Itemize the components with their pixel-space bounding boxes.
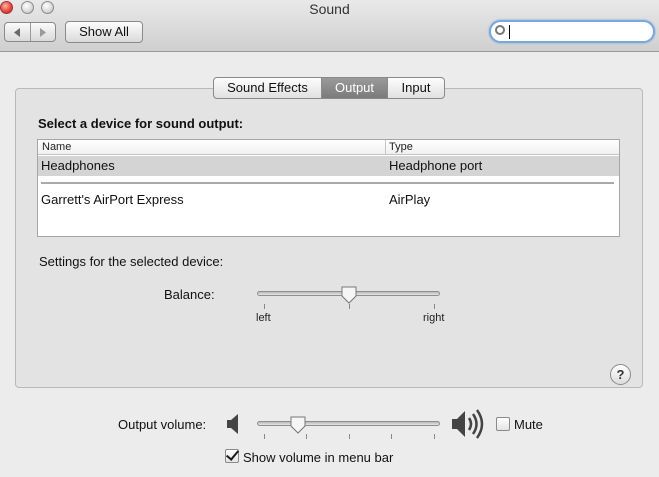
tab-output[interactable]: Output	[321, 78, 387, 98]
device-type: Headphone port	[389, 158, 483, 173]
tab-input[interactable]: Input	[387, 78, 444, 98]
volume-tick	[264, 434, 265, 439]
tab-bar: Sound Effects Output Input	[213, 77, 445, 99]
chevron-left-icon	[14, 27, 21, 37]
balance-label: Balance:	[164, 287, 215, 302]
balance-left-label: left	[256, 312, 271, 324]
device-list-heading: Select a device for sound output:	[38, 116, 244, 131]
window-toolbar: Sound Show All	[0, 0, 659, 52]
chevron-right-icon	[39, 27, 46, 37]
column-separator	[385, 140, 386, 155]
balance-tick-left	[264, 304, 265, 309]
output-device-table: Name Type Headphones Headphone port Garr…	[37, 139, 620, 237]
row-divider	[41, 182, 614, 184]
speaker-low-icon	[227, 414, 238, 434]
output-volume-label: Output volume:	[118, 417, 207, 432]
back-button[interactable]	[5, 23, 30, 41]
show-volume-in-menu-bar-label[interactable]: Show volume in menu bar	[243, 450, 393, 465]
settings-heading: Settings for the selected device:	[39, 254, 224, 269]
tab-sound-effects[interactable]: Sound Effects	[214, 78, 321, 98]
column-header-type[interactable]: Type	[389, 141, 413, 153]
volume-tick	[391, 434, 392, 439]
mute-checkbox[interactable]	[496, 417, 510, 431]
table-row[interactable]: Garrett's AirPort Express AirPlay	[38, 190, 619, 210]
mute-label[interactable]: Mute	[514, 417, 543, 432]
forward-button[interactable]	[29, 23, 56, 41]
volume-tick	[349, 434, 350, 439]
search-field[interactable]	[489, 20, 655, 43]
show-all-button[interactable]: Show All	[65, 21, 143, 43]
output-panel	[15, 88, 643, 388]
window-title: Sound	[309, 1, 350, 17]
table-header: Name Type	[38, 140, 619, 155]
table-row[interactable]: Headphones Headphone port	[38, 156, 619, 176]
speaker-high-icon	[452, 409, 484, 439]
volume-slider-track[interactable]	[257, 421, 440, 426]
volume-tick	[306, 434, 307, 439]
text-caret	[509, 25, 510, 39]
device-name: Headphones	[41, 158, 115, 173]
show-volume-in-menu-bar-checkbox[interactable]	[225, 449, 239, 463]
search-icon	[495, 25, 505, 35]
balance-right-label: right	[423, 312, 445, 324]
balance-slider-thumb[interactable]	[341, 286, 357, 304]
device-type: AirPlay	[389, 192, 431, 207]
balance-tick-center	[349, 304, 350, 309]
help-button[interactable]: ?	[610, 364, 631, 385]
volume-slider-thumb[interactable]	[290, 416, 306, 434]
back-forward-control	[4, 22, 56, 42]
column-header-name[interactable]: Name	[42, 141, 71, 153]
device-name: Garrett's AirPort Express	[41, 192, 184, 207]
balance-tick-right	[434, 304, 435, 309]
volume-tick	[434, 434, 435, 439]
